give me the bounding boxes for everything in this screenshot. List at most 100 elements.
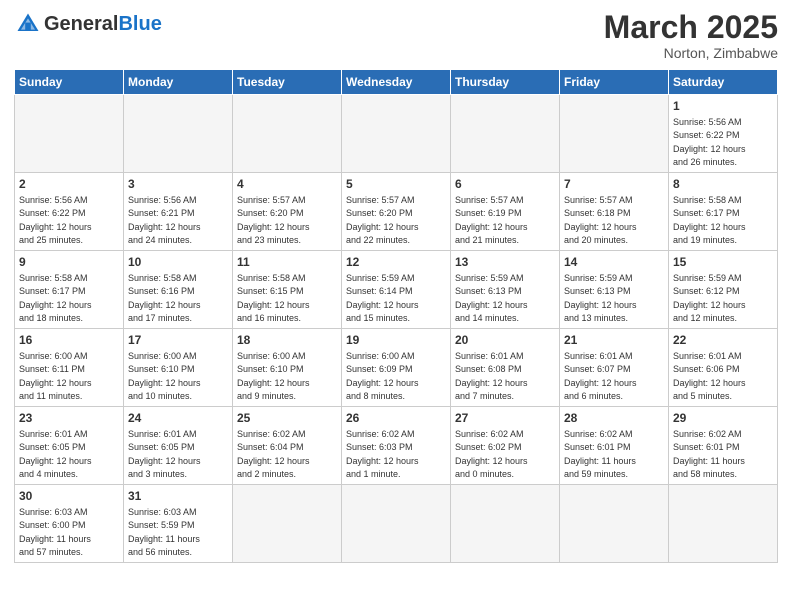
calendar-cell: 16Sunrise: 6:00 AM Sunset: 6:11 PM Dayli… — [15, 329, 124, 407]
calendar-cell: 27Sunrise: 6:02 AM Sunset: 6:02 PM Dayli… — [451, 407, 560, 485]
day-number: 30 — [19, 488, 119, 505]
day-info: Sunrise: 6:01 AM Sunset: 6:05 PM Dayligh… — [128, 429, 201, 479]
title-area: March 2025 Norton, Zimbabwe — [604, 10, 778, 61]
day-number: 24 — [128, 410, 228, 427]
day-info: Sunrise: 5:59 AM Sunset: 6:12 PM Dayligh… — [673, 273, 746, 323]
calendar-cell — [669, 485, 778, 563]
day-info: Sunrise: 5:57 AM Sunset: 6:20 PM Dayligh… — [237, 195, 310, 245]
calendar-cell: 9Sunrise: 5:58 AM Sunset: 6:17 PM Daylig… — [15, 251, 124, 329]
calendar-cell: 17Sunrise: 6:00 AM Sunset: 6:10 PM Dayli… — [124, 329, 233, 407]
day-number: 15 — [673, 254, 773, 271]
calendar-cell: 5 Sunrise: 5:57 AM Sunset: 6:20 PM Daylig… — [342, 173, 451, 251]
calendar-week-row: 2 Sunrise: 5:56 AM Sunset: 6:22 PM Daylig… — [15, 173, 778, 251]
day-number: 11 — [237, 254, 337, 271]
calendar-cell: 7Sunrise: 5:57 AM Sunset: 6:18 PM Daylig… — [560, 173, 669, 251]
day-info: Sunrise: 5:58 AM Sunset: 6:15 PM Dayligh… — [237, 273, 310, 323]
calendar-cell: 12 Sunrise: 5:59 AM Sunset: 6:14 PM Dayli… — [342, 251, 451, 329]
calendar-cell: 11 Sunrise: 5:58 AM Sunset: 6:15 PM Dayli… — [233, 251, 342, 329]
day-info: Sunrise: 6:00 AM Sunset: 6:09 PM Dayligh… — [346, 351, 419, 401]
calendar-cell: 24 Sunrise: 6:01 AM Sunset: 6:05 PM Dayli… — [124, 407, 233, 485]
day-info: Sunrise: 6:02 AM Sunset: 6:04 PM Dayligh… — [237, 429, 310, 479]
day-info: Sunrise: 5:59 AM Sunset: 6:13 PM Dayligh… — [564, 273, 637, 323]
day-info: Sunrise: 5:56 AM Sunset: 6:22 PM Dayligh… — [673, 117, 746, 167]
calendar-cell — [15, 95, 124, 173]
calendar-cell: 23Sunrise: 6:01 AM Sunset: 6:05 PM Dayli… — [15, 407, 124, 485]
weekday-header: Monday — [124, 70, 233, 95]
calendar-cell: 3Sunrise: 5:56 AM Sunset: 6:21 PM Daylig… — [124, 173, 233, 251]
day-number: 20 — [455, 332, 555, 349]
day-number: 16 — [19, 332, 119, 349]
day-info: Sunrise: 5:57 AM Sunset: 6:18 PM Dayligh… — [564, 195, 637, 245]
logo-icon — [14, 10, 42, 38]
calendar-cell: 29 Sunrise: 6:02 AM Sunset: 6:01 PM Dayli… — [669, 407, 778, 485]
logo-area: GeneralBlue — [14, 10, 162, 38]
calendar-cell: 10Sunrise: 5:58 AM Sunset: 6:16 PM Dayli… — [124, 251, 233, 329]
weekday-header: Friday — [560, 70, 669, 95]
calendar-cell — [560, 485, 669, 563]
day-info: Sunrise: 6:03 AM Sunset: 5:59 PM Dayligh… — [128, 507, 200, 557]
weekday-header: Thursday — [451, 70, 560, 95]
calendar-cell: 21 Sunrise: 6:01 AM Sunset: 6:07 PM Dayli… — [560, 329, 669, 407]
calendar-cell: 4 Sunrise: 5:57 AM Sunset: 6:20 PM Daylig… — [233, 173, 342, 251]
calendar-cell: 19 Sunrise: 6:00 AM Sunset: 6:09 PM Dayli… — [342, 329, 451, 407]
calendar-cell: 26 Sunrise: 6:02 AM Sunset: 6:03 PM Dayli… — [342, 407, 451, 485]
day-number: 13 — [455, 254, 555, 271]
day-info: Sunrise: 6:01 AM Sunset: 6:05 PM Dayligh… — [19, 429, 92, 479]
day-info: Sunrise: 6:00 AM Sunset: 6:10 PM Dayligh… — [237, 351, 310, 401]
day-number: 9 — [19, 254, 119, 271]
calendar-cell: 15 Sunrise: 5:59 AM Sunset: 6:12 PM Dayli… — [669, 251, 778, 329]
day-number: 19 — [346, 332, 446, 349]
calendar-week-row: 23Sunrise: 6:01 AM Sunset: 6:05 PM Dayli… — [15, 407, 778, 485]
weekday-header: Wednesday — [342, 70, 451, 95]
day-info: Sunrise: 5:56 AM Sunset: 6:22 PM Dayligh… — [19, 195, 92, 245]
calendar-week-row: 16Sunrise: 6:00 AM Sunset: 6:11 PM Dayli… — [15, 329, 778, 407]
day-info: Sunrise: 5:57 AM Sunset: 6:20 PM Dayligh… — [346, 195, 419, 245]
calendar-cell: 18 Sunrise: 6:00 AM Sunset: 6:10 PM Dayli… — [233, 329, 342, 407]
location: Norton, Zimbabwe — [604, 45, 778, 61]
day-info: Sunrise: 5:59 AM Sunset: 6:13 PM Dayligh… — [455, 273, 528, 323]
day-number: 5 — [346, 176, 446, 193]
weekday-header: Saturday — [669, 70, 778, 95]
calendar-cell: 31 Sunrise: 6:03 AM Sunset: 5:59 PM Dayli… — [124, 485, 233, 563]
logo: GeneralBlue — [14, 10, 162, 38]
day-number: 12 — [346, 254, 446, 271]
day-info: Sunrise: 6:01 AM Sunset: 6:08 PM Dayligh… — [455, 351, 528, 401]
calendar-cell — [451, 485, 560, 563]
day-number: 14 — [564, 254, 664, 271]
calendar-cell: 22Sunrise: 6:01 AM Sunset: 6:06 PM Dayli… — [669, 329, 778, 407]
header: GeneralBlue March 2025 Norton, Zimbabwe — [14, 10, 778, 61]
day-number: 4 — [237, 176, 337, 193]
day-number: 21 — [564, 332, 664, 349]
day-info: Sunrise: 5:59 AM Sunset: 6:14 PM Dayligh… — [346, 273, 419, 323]
day-info: Sunrise: 6:02 AM Sunset: 6:03 PM Dayligh… — [346, 429, 419, 479]
day-number: 28 — [564, 410, 664, 427]
calendar-cell: 6Sunrise: 5:57 AM Sunset: 6:19 PM Daylig… — [451, 173, 560, 251]
day-info: Sunrise: 6:02 AM Sunset: 6:01 PM Dayligh… — [564, 429, 636, 479]
calendar-cell: 8Sunrise: 5:58 AM Sunset: 6:17 PM Daylig… — [669, 173, 778, 251]
day-number: 18 — [237, 332, 337, 349]
day-number: 29 — [673, 410, 773, 427]
day-info: Sunrise: 5:58 AM Sunset: 6:17 PM Dayligh… — [673, 195, 746, 245]
calendar-week-row: 9Sunrise: 5:58 AM Sunset: 6:17 PM Daylig… — [15, 251, 778, 329]
calendar-header-row: SundayMondayTuesdayWednesdayThursdayFrid… — [15, 70, 778, 95]
calendar-cell — [124, 95, 233, 173]
month-title: March 2025 — [604, 10, 778, 45]
weekday-header: Sunday — [15, 70, 124, 95]
day-info: Sunrise: 6:02 AM Sunset: 6:02 PM Dayligh… — [455, 429, 528, 479]
day-info: Sunrise: 5:56 AM Sunset: 6:21 PM Dayligh… — [128, 195, 201, 245]
calendar-cell — [451, 95, 560, 173]
calendar-cell: 25Sunrise: 6:02 AM Sunset: 6:04 PM Dayli… — [233, 407, 342, 485]
day-info: Sunrise: 6:01 AM Sunset: 6:07 PM Dayligh… — [564, 351, 637, 401]
page: GeneralBlue March 2025 Norton, Zimbabwe … — [0, 0, 792, 612]
calendar-week-row: 30Sunrise: 6:03 AM Sunset: 6:00 PM Dayli… — [15, 485, 778, 563]
day-number: 31 — [128, 488, 228, 505]
day-number: 26 — [346, 410, 446, 427]
day-info: Sunrise: 6:00 AM Sunset: 6:10 PM Dayligh… — [128, 351, 201, 401]
calendar-cell: 2 Sunrise: 5:56 AM Sunset: 6:22 PM Daylig… — [15, 173, 124, 251]
day-info: Sunrise: 6:01 AM Sunset: 6:06 PM Dayligh… — [673, 351, 746, 401]
calendar-cell: 20 Sunrise: 6:01 AM Sunset: 6:08 PM Dayli… — [451, 329, 560, 407]
day-info: Sunrise: 6:02 AM Sunset: 6:01 PM Dayligh… — [673, 429, 745, 479]
day-number: 6 — [455, 176, 555, 193]
day-number: 2 — [19, 176, 119, 193]
calendar-cell: 13 Sunrise: 5:59 AM Sunset: 6:13 PM Dayli… — [451, 251, 560, 329]
